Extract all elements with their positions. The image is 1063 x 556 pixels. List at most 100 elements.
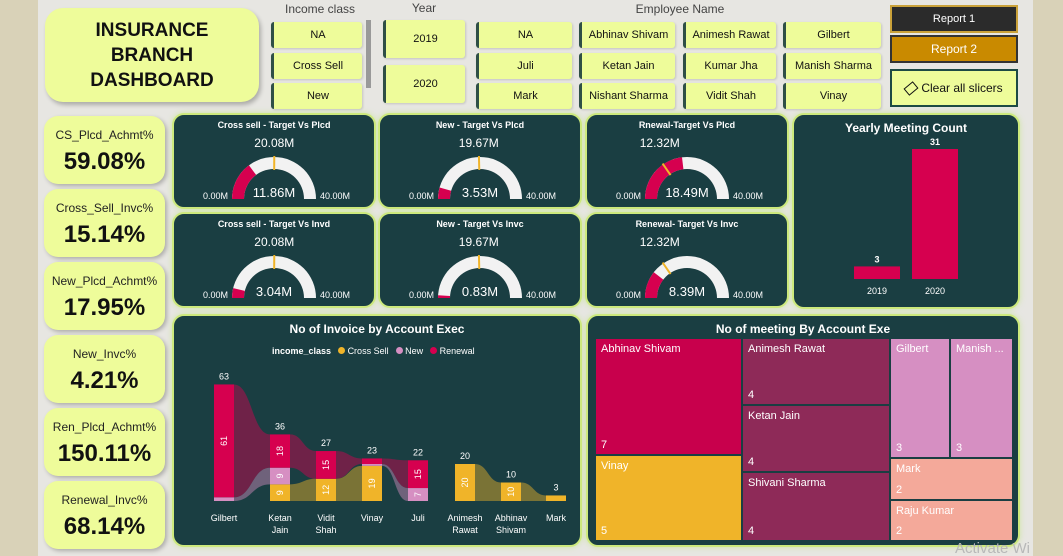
kpi-value: 68.14% (63, 513, 146, 540)
treemap-tile[interactable]: Vinay 5 (595, 455, 742, 541)
invoice-segment-label: 61 (219, 436, 229, 446)
treemap-tile-name: Raju Kumar (896, 505, 955, 517)
treemap-tile-value: 3 (956, 442, 963, 454)
yearly-data-label: 31 (930, 137, 940, 147)
invoice-segment-label: 12 (321, 485, 331, 495)
invoice-bar-segment (546, 495, 566, 501)
treemap-tile-name: Gilbert (896, 343, 929, 355)
slicer-item-income-na[interactable]: NA (271, 22, 362, 48)
kpi-label: New_Invc% (72, 347, 137, 361)
treemap-tile[interactable]: Abhinav Shivam 7 (595, 338, 742, 455)
treemap-tile-name: Animesh Rawat (748, 343, 826, 355)
kpi-card-ren-plcd: Ren_Plcd_Achmt% 150.11% (44, 408, 165, 476)
gauge-card: Renewal- Target Vs Invc 8.39M 12.32M 0.00M 4… (585, 212, 789, 308)
treemap-tile[interactable]: Manish ... 3 (950, 338, 1013, 458)
slicer-item-employee[interactable]: NA (476, 22, 572, 48)
gauge-card: Rnewal-Target Vs Plcd 18.49M 12.32M 0.00M 40… (585, 113, 789, 209)
invoice-bar-segment (214, 497, 234, 501)
income-class-scrollbar[interactable] (366, 20, 371, 88)
clear-all-slicers-button[interactable]: Clear all slicers (890, 69, 1018, 107)
kpi-card-renewal-invc: Renewal_Invc% 68.14% (44, 481, 165, 549)
gauge-min-label: 0.00M (616, 191, 641, 201)
slicer-item-employee[interactable]: Ketan Jain (579, 53, 675, 79)
slicer-item-year-2020[interactable]: 2020 (383, 65, 465, 103)
gauge-card: Cross sell - Target Vs Plcd 11.86M 20.08M 0… (172, 113, 376, 209)
invoice-total-label: 27 (321, 438, 331, 448)
treemap-tile[interactable]: Mark 2 (890, 458, 1013, 500)
slicer-item-income-new[interactable]: New (271, 83, 362, 109)
kpi-value: 17.95% (63, 294, 146, 321)
gauge-value: 3.53M (462, 185, 498, 200)
slicer-item-employee[interactable]: Mark (476, 83, 572, 109)
gauge-title: Cross sell - Target Vs Plcd (217, 120, 331, 130)
invoice-ribbon (290, 478, 316, 501)
gauge-title: Renewal- Target Vs Invc (635, 219, 739, 229)
report2-button[interactable]: Report 2 (890, 35, 1018, 63)
invoice-category-label: Abhinav (495, 513, 528, 523)
invoice-category-label: Jain (272, 525, 289, 535)
treemap-tile-value: 4 (748, 456, 755, 468)
treemap-tile-name: Manish ... (956, 343, 1004, 355)
employee-header: Employee Name (635, 2, 725, 16)
slicer-item-employee[interactable]: Animesh Rawat (683, 22, 776, 48)
gauge-min-label: 0.00M (409, 191, 434, 201)
invoice-segment-label: 15 (321, 460, 331, 470)
kpi-label: New_Plcd_Achmt% (51, 274, 158, 288)
meeting-treemap-title: No of meeting By Account Exe (715, 322, 891, 336)
invoice-total-label: 10 (506, 470, 516, 480)
invoice-segment-label: 10 (506, 487, 516, 497)
slicer-item-employee[interactable]: Juli (476, 53, 572, 79)
gauge-title: New - Target Vs Invc (436, 219, 524, 229)
gauge-value: 11.86M (253, 185, 295, 200)
slicer-item-employee[interactable]: Vidit Shah (683, 83, 776, 109)
treemap-tile-value: 3 (896, 442, 903, 454)
invoice-segment-label: 18 (275, 446, 285, 456)
slicer-item-employee[interactable]: Kumar Jha (683, 53, 776, 79)
kpi-value: 150.11% (57, 440, 152, 467)
gauge-chart: 18.49M 12.32M 0.00M 40.00M (616, 136, 763, 201)
treemap-tile[interactable]: Gilbert 3 (890, 338, 950, 458)
gauge-min-label: 0.00M (203, 290, 228, 300)
treemap-tile-value: 2 (896, 525, 903, 537)
gauge-value: 8.39M (669, 284, 705, 299)
slicer-item-employee[interactable]: Manish Sharma (783, 53, 881, 79)
treemap-tile[interactable]: Raju Kumar 2 (890, 500, 1013, 541)
invoice-chart-card: No of Invoice by Account Exec income_cla… (172, 314, 582, 547)
gauge-target-label: 12.32M (640, 235, 680, 249)
slicer-item-income-cross-sell[interactable]: Cross Sell (271, 53, 362, 79)
invoice-total-label: 23 (367, 445, 377, 455)
kpi-label: Renewal_Invc% (61, 493, 148, 507)
invoice-total-label: 3 (553, 482, 558, 492)
yearly-bar (854, 266, 900, 279)
report1-button[interactable]: Report 1 (890, 5, 1018, 33)
treemap-tile[interactable]: Ketan Jain 4 (742, 405, 890, 472)
treemap-tile-value: 4 (748, 389, 755, 401)
gauge-card: New - Target Vs Plcd 3.53M 19.67M 0.00M 40.0… (378, 113, 582, 209)
kpi-value: 59.08% (63, 148, 146, 175)
treemap-tile[interactable]: Shivani Sharma 4 (742, 472, 890, 541)
treemap-tile-name: Ketan Jain (748, 410, 800, 422)
slicer-item-employee[interactable]: Nishant Sharma (579, 83, 675, 109)
legend-cross-sell: Cross Sell (338, 346, 389, 356)
gauge-max-label: 40.00M (526, 290, 556, 300)
gauge-card: Cross sell - Target Vs Invd 3.04M 20.08M 0.… (172, 212, 376, 308)
invoice-legend: income_class Cross Sell New Renewal (272, 346, 475, 356)
treemap-tile-value: 4 (748, 525, 755, 537)
meeting-treemap-card: No of meeting By Account Exe Abhinav Shi… (586, 314, 1020, 547)
slicer-item-employee[interactable]: Abhinav Shivam (579, 22, 675, 48)
dashboard-title: INSURANCE BRANCH DASHBOARD (45, 8, 259, 102)
yearly-meeting-card: Yearly Meeting Count 3 2019 31 2020 (792, 113, 1020, 309)
kpi-card-cs-plcd: CS_Plcd_Achmt% 59.08% (44, 116, 165, 184)
gauge-target-label: 19.67M (459, 235, 499, 249)
gauge-title: Rnewal-Target Vs Plcd (638, 120, 736, 130)
slicer-item-employee[interactable]: Gilbert (783, 22, 881, 48)
invoice-category-label: Animesh (447, 513, 482, 523)
treemap-tile-name: Shivani Sharma (748, 477, 826, 489)
gauge-value: 0.83M (462, 284, 498, 299)
slicer-item-employee[interactable]: Vinay (783, 83, 881, 109)
treemap-tile[interactable]: Animesh Rawat 4 (742, 338, 890, 405)
slicer-item-year-2019[interactable]: 2019 (383, 20, 465, 58)
invoice-bar-segment (362, 464, 382, 466)
legend-renewal: Renewal (430, 346, 475, 356)
invoice-segment-label: 15 (413, 469, 423, 479)
